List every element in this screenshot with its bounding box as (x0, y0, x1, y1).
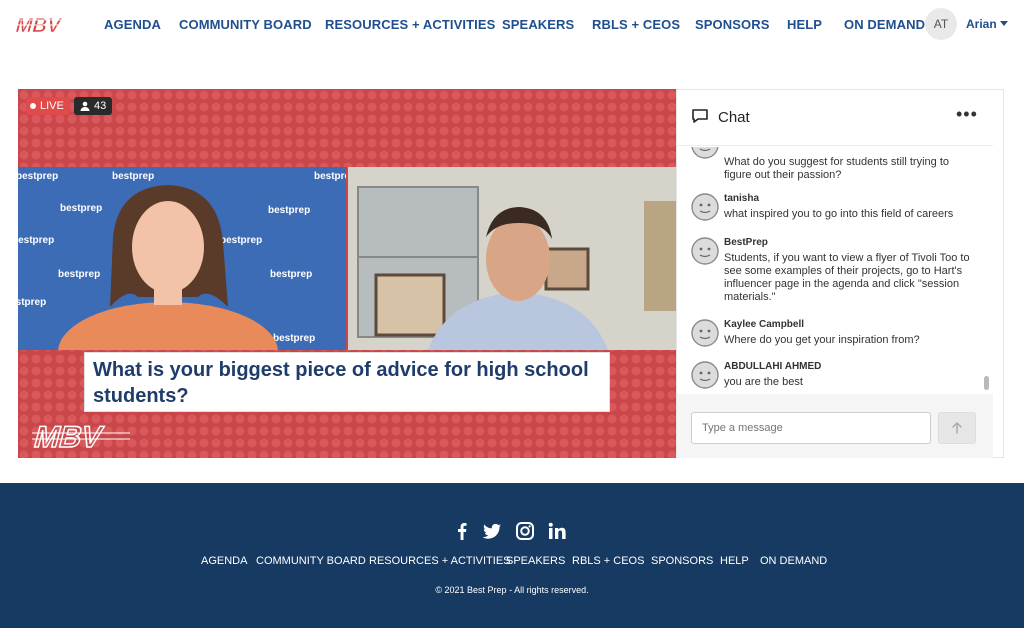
nav-help[interactable]: HELP (787, 17, 822, 32)
chevron-down-icon[interactable] (1000, 21, 1008, 26)
chat-message-author: ABDULLAHI AHMED (724, 361, 822, 372)
footer-link-speakers[interactable]: SPEAKERS (506, 555, 565, 567)
question-banner: What is your biggest piece of advice for… (84, 352, 610, 412)
default-avatar-icon (691, 319, 719, 347)
nav-agenda[interactable]: AGENDA (104, 17, 161, 32)
video-player[interactable]: bestprep bestprep bestprep bestprep best… (18, 89, 676, 458)
speaker-woman-figure (58, 185, 278, 350)
chat-message-text: you are the best (724, 376, 803, 388)
person-icon (80, 101, 90, 111)
footer-link-agenda[interactable]: AGENDA (201, 555, 247, 567)
nav-sponsors[interactable]: SPONSORS (695, 17, 769, 32)
instagram-icon[interactable] (515, 521, 535, 541)
live-label: LIVE (40, 100, 64, 112)
footer-link-resources-activities[interactable]: RESOURCES + ACTIVITIES (369, 555, 511, 567)
chat-bubble-icon (692, 109, 708, 123)
chat-message: Kaylee Campbell Where do you get your in… (677, 319, 977, 351)
send-button[interactable] (938, 412, 976, 444)
nav-resources-activities[interactable]: RESOURCES + ACTIVITIES (325, 17, 495, 32)
chat-message: tanisha what inspired you to go into thi… (677, 193, 977, 229)
copyright-text: © 2021 Best Prep - All rights reserved. (435, 585, 589, 595)
default-avatar-icon (691, 237, 719, 265)
nav-rbls-ceos[interactable]: RBLS + CEOS (592, 17, 680, 32)
chat-message: What do you suggest for students still t… (677, 147, 977, 187)
top-navigation: MBV AGENDA COMMUNITY BOARD RESOURCES + A… (0, 0, 1024, 50)
twitter-icon[interactable] (482, 521, 502, 541)
more-options-icon[interactable]: ••• (956, 104, 978, 125)
nav-speakers[interactable]: SPEAKERS (502, 17, 574, 32)
footer-link-sponsors[interactable]: SPONSORS (651, 555, 713, 567)
chat-message-text: Where do you get your inspiration from? (724, 334, 920, 346)
speaker-man-figure (348, 167, 676, 350)
facebook-icon[interactable] (452, 521, 472, 541)
svg-text:MBV: MBV (31, 420, 107, 453)
chat-message-author: tanisha (724, 193, 760, 204)
chat-message: BestPrep Students, if you want to view a… (677, 237, 977, 307)
chat-title: Chat (718, 109, 750, 126)
question-text: What is your biggest piece of advice for… (93, 359, 589, 407)
nav-on-demand[interactable]: ON DEMAND (844, 17, 925, 32)
viewer-count: 43 (94, 100, 107, 112)
chat-message-author: BestPrep (724, 237, 768, 248)
default-avatar-icon (691, 193, 719, 221)
chat-header: Chat ••• (677, 90, 993, 146)
speaker-video-left: bestprep bestprep bestprep bestprep best… (18, 167, 346, 350)
footer-link-rbls-ceos[interactable]: RBLS + CEOS (572, 555, 644, 567)
default-avatar-icon (691, 147, 719, 159)
chat-message-text: Students, if you want to view a flyer of… (724, 252, 970, 303)
site-footer: AGENDA COMMUNITY BOARD RESOURCES + ACTIV… (0, 483, 1024, 628)
live-dot-icon (30, 103, 36, 109)
chat-scrollbar-track[interactable] (983, 150, 991, 394)
live-badge: LIVE (26, 97, 70, 115)
speaker-video-right (348, 167, 676, 350)
chat-message-text: what inspired you to go into this field … (724, 208, 954, 220)
footer-link-on-demand[interactable]: ON DEMAND (760, 555, 827, 567)
mbv-video-logo: MBV (30, 420, 130, 453)
chat-composer (677, 394, 993, 458)
viewer-count-badge: 43 (74, 97, 113, 115)
linkedin-icon[interactable] (547, 521, 567, 541)
chat-panel: Chat ••• What do you suggest for student… (676, 89, 1004, 458)
nav-community-board[interactable]: COMMUNITY BOARD (179, 17, 312, 32)
default-avatar-icon (691, 361, 719, 389)
footer-link-community-board[interactable]: COMMUNITY BOARD (256, 555, 366, 567)
mbv-logo[interactable]: MBV (10, 11, 70, 37)
chat-scrollbar-thumb[interactable] (984, 376, 989, 390)
user-avatar[interactable]: AT (925, 8, 957, 40)
svg-text:MBV: MBV (13, 15, 64, 37)
chat-message-text: What do you suggest for students still t… (724, 156, 950, 181)
footer-link-help[interactable]: HELP (720, 555, 749, 567)
user-menu-name[interactable]: Arian (966, 17, 997, 31)
chat-message-author: Kaylee Campbell (724, 319, 805, 330)
chat-message: ABDULLAHI AHMED you are the best (677, 361, 977, 393)
chat-message-input[interactable] (691, 412, 931, 444)
arrow-up-icon (952, 422, 962, 434)
chat-message-list[interactable]: What do you suggest for students still t… (677, 147, 981, 394)
